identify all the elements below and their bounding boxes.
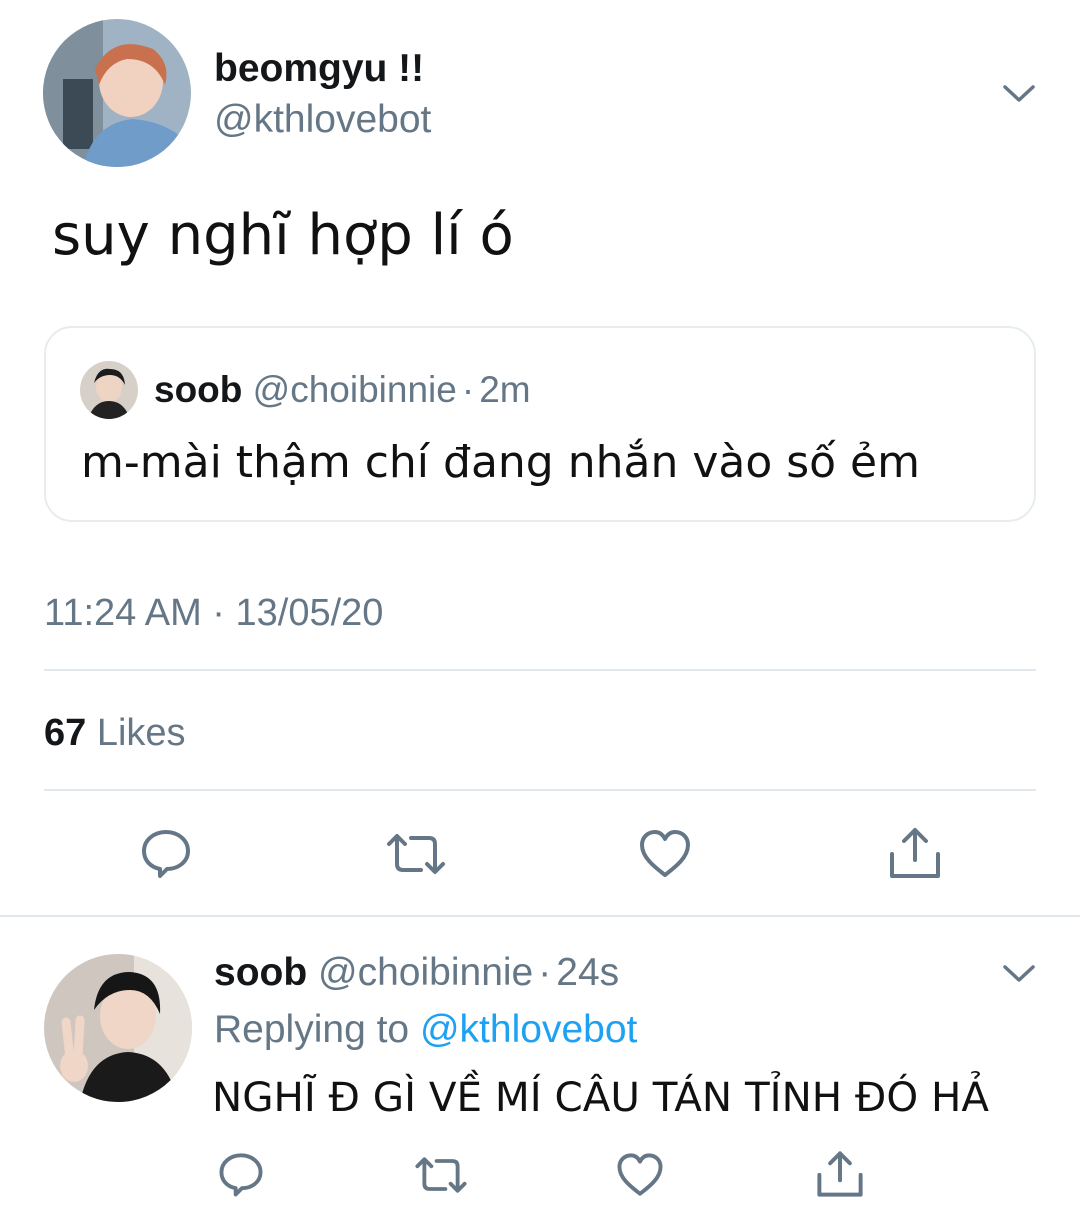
likes-count: 67 <box>44 712 87 754</box>
reply-icon[interactable] <box>216 1150 266 1198</box>
replying-to-label: Replying to <box>214 1008 410 1051</box>
quoted-text: m-mài thậm chí đang nhắn vào số ẻm <box>81 437 920 488</box>
likes-count-row[interactable]: 67 Likes <box>44 710 186 756</box>
tweet-timestamp[interactable]: 11:24 AM · 13/05/20 <box>44 590 383 636</box>
retweet-icon[interactable] <box>383 830 449 878</box>
divider <box>44 789 1036 791</box>
quoted-time: 2m <box>479 369 531 410</box>
reply-separator: · <box>538 951 552 994</box>
reply-text: NGHĨ Đ GÌ VỀ MÍ CÂU TÁN TỈNH ĐÓ HẢ <box>212 1075 989 1121</box>
replying-to-handle-link[interactable]: @kthlovebot <box>420 1008 637 1051</box>
like-icon[interactable] <box>636 826 694 882</box>
author-handle[interactable]: @kthlovebot <box>214 97 431 143</box>
quoted-avatar <box>80 361 138 419</box>
reply-handle[interactable]: @choibinnie <box>318 951 533 994</box>
quoted-separator: · <box>461 369 475 410</box>
share-icon[interactable] <box>886 824 944 882</box>
author-avatar[interactable] <box>43 19 191 167</box>
author-display-name[interactable]: beomgyu !! <box>214 46 424 92</box>
chevron-down-icon[interactable] <box>1000 78 1038 108</box>
retweet-icon[interactable] <box>412 1154 470 1196</box>
tweet-text: suy nghĩ hợp lí ó <box>52 203 514 268</box>
divider <box>44 669 1036 671</box>
likes-label: Likes <box>96 712 186 754</box>
reply-time[interactable]: 24s <box>556 951 619 994</box>
quoted-header: soob @choibinnie · 2m <box>154 368 531 412</box>
share-icon[interactable] <box>814 1148 866 1200</box>
quoted-handle: @choibinnie <box>252 369 457 410</box>
reply-display-name[interactable]: soob <box>214 951 307 994</box>
reply-author-avatar[interactable] <box>44 954 192 1102</box>
reply-header: soob @choibinnie · 24s <box>214 950 619 996</box>
quoted-display-name: soob <box>154 369 243 410</box>
chevron-down-icon[interactable] <box>1000 958 1038 988</box>
replying-to-line: Replying to @kthlovebot <box>214 1007 637 1053</box>
section-divider <box>0 915 1080 917</box>
reply-icon[interactable] <box>138 826 194 880</box>
like-icon[interactable] <box>614 1150 666 1200</box>
